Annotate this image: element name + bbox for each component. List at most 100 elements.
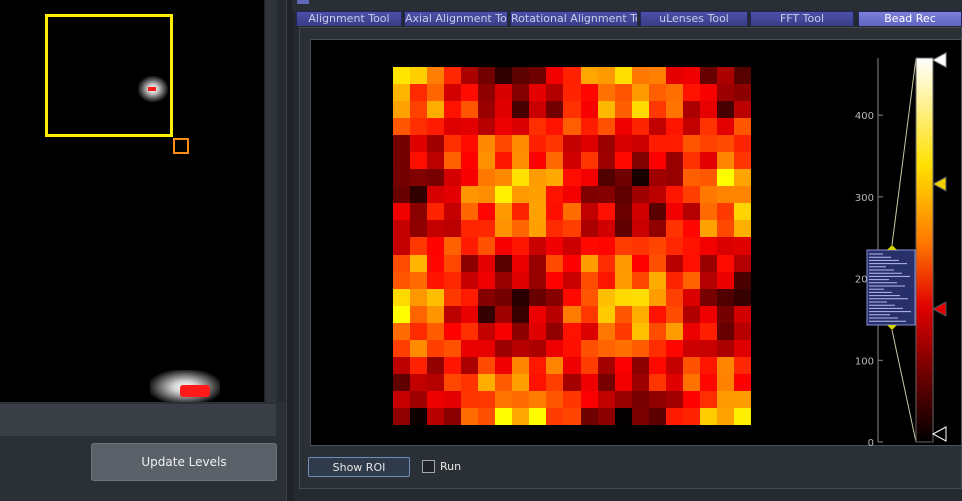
heatmap-cell xyxy=(410,67,428,85)
heatmap-cell xyxy=(410,203,428,221)
heatmap-cell xyxy=(631,220,650,238)
tab-alignment-tool[interactable]: Alignment Tool xyxy=(296,11,402,26)
tab-fft-tool[interactable]: FFT Tool xyxy=(750,11,854,26)
level-marker-max[interactable] xyxy=(931,52,947,68)
level-connector-top xyxy=(891,57,917,246)
heatmap-cell xyxy=(512,322,530,341)
heatmap-cell xyxy=(427,356,445,375)
heatmap-cell xyxy=(461,67,479,85)
pane-splitter[interactable] xyxy=(286,0,293,501)
heatmap-cell xyxy=(478,407,496,426)
heatmap-cell xyxy=(495,135,513,153)
heatmap-cell xyxy=(665,271,684,290)
heatmap-cell xyxy=(631,67,650,85)
heatmap-cell xyxy=(410,220,428,238)
heatmap-cell xyxy=(512,186,530,204)
heatmap-cell xyxy=(733,135,752,153)
tab-ulenses-tool[interactable]: uLenses Tool xyxy=(640,11,748,26)
heatmap-cell xyxy=(614,356,633,375)
heatmap-cell xyxy=(410,186,428,204)
heatmap-cell xyxy=(716,390,735,409)
heatmap-cell xyxy=(597,322,616,341)
heatmap-cell xyxy=(512,305,530,324)
heatmap-cell xyxy=(580,169,599,187)
tool-tab-bar: Alignment Tool Axial Alignment Tool Rota… xyxy=(296,11,962,26)
heatmap-cell xyxy=(648,135,667,153)
level-marker-yellow[interactable] xyxy=(931,176,947,192)
heatmap-cell xyxy=(427,373,445,392)
heatmap-cell xyxy=(699,407,718,426)
heatmap-cell xyxy=(529,407,547,426)
heatmap-cell xyxy=(563,356,582,375)
heatmap-cell xyxy=(648,271,667,290)
update-levels-button[interactable]: Update Levels xyxy=(91,443,277,481)
roi-resize-handle[interactable] xyxy=(173,138,189,154)
heatmap-cell xyxy=(393,101,411,119)
colorbar-tick-label: 300 xyxy=(855,193,874,204)
heatmap-cell xyxy=(631,373,650,392)
heatmap-cell xyxy=(495,67,513,85)
heatmap-cell xyxy=(495,237,513,256)
level-marker-min[interactable] xyxy=(931,426,947,442)
tab-rotational-alignment-tool[interactable]: Rotational Alignment Tool xyxy=(510,11,638,26)
heatmap-cell xyxy=(597,135,616,153)
heatmap-cell xyxy=(631,203,650,221)
show-roi-button[interactable]: Show ROI xyxy=(308,457,410,477)
heatmap-cell xyxy=(597,203,616,221)
heatmap-cell xyxy=(648,220,667,238)
run-checkbox[interactable] xyxy=(422,460,435,473)
camera-view[interactable] xyxy=(0,0,264,402)
histogram-region[interactable] xyxy=(866,249,916,326)
heatmap-cell xyxy=(461,203,479,221)
heatmap-cell xyxy=(665,203,684,221)
heatmap-cell xyxy=(699,203,718,221)
heatmap-cell xyxy=(546,390,564,409)
heatmap-cell xyxy=(682,339,701,358)
heatmap-cell xyxy=(478,84,496,102)
top-toolbar xyxy=(292,0,962,10)
heatmap-cell xyxy=(444,152,462,170)
region-top-handle[interactable] xyxy=(887,245,897,250)
heatmap-cell xyxy=(427,203,445,221)
heatmap-cell xyxy=(427,101,445,119)
heatmap-cell xyxy=(546,186,564,204)
heatmap-cell xyxy=(614,220,633,238)
bead-heatmap xyxy=(393,67,752,426)
heatmap-cell xyxy=(682,118,701,136)
heatmap-cell xyxy=(495,186,513,204)
tab-bead-rec[interactable]: Bead Rec xyxy=(858,11,962,26)
heatmap-cell xyxy=(716,356,735,375)
heatmap-cell xyxy=(682,152,701,170)
heatmap-cell xyxy=(393,118,411,136)
heatmap-cell xyxy=(648,254,667,273)
tab-axial-alignment-tool[interactable]: Axial Alignment Tool xyxy=(404,11,508,26)
heatmap-cell xyxy=(563,339,582,358)
heatmap-cell xyxy=(716,186,735,204)
top-indicator xyxy=(297,0,309,4)
heatmap-cell xyxy=(444,322,462,341)
heatmap-cell xyxy=(546,356,564,375)
heatmap-cell xyxy=(512,288,530,307)
heatmap-cell xyxy=(580,135,599,153)
heatmap-cell xyxy=(478,356,496,375)
heatmap-cell xyxy=(682,322,701,341)
colorbar-widget[interactable]: 0100200300400 xyxy=(836,48,962,446)
heatmap-cell xyxy=(648,339,667,358)
heatmap-cell xyxy=(682,373,701,392)
heatmap-cell xyxy=(546,288,564,307)
heatmap-cell xyxy=(512,84,530,102)
level-marker-red[interactable] xyxy=(931,301,947,317)
heatmap-cell xyxy=(427,339,445,358)
heatmap-cell xyxy=(648,288,667,307)
heatmap-cell xyxy=(546,237,564,256)
heatmap-cell xyxy=(563,390,582,409)
heatmap-cell xyxy=(563,101,582,119)
heatmap-cell xyxy=(563,169,582,187)
heatmap-cell xyxy=(716,373,735,392)
heatmap-cell xyxy=(733,288,752,307)
heatmap-cell xyxy=(580,237,599,256)
heatmap-cell xyxy=(597,67,616,85)
region-bottom-handle[interactable] xyxy=(887,325,897,330)
heatmap-cell xyxy=(682,203,701,221)
heatmap-cell xyxy=(512,271,530,290)
